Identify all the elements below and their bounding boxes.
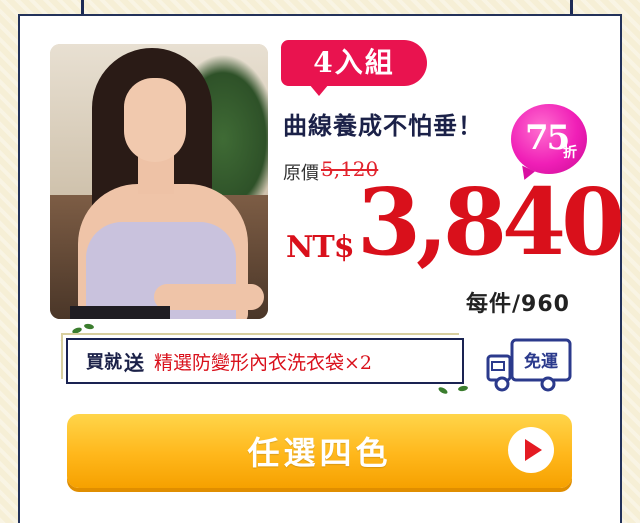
quantity-badge: 4入組 — [281, 40, 427, 96]
gift-box: 買就 送 精選防變形內衣洗衣袋×2 — [66, 338, 464, 384]
play-arrow-icon — [508, 427, 554, 473]
product-headline: 曲線養成不怕垂！ — [283, 112, 483, 140]
per-unit-price: 每件/960 — [466, 292, 570, 317]
product-photo[interactable] — [50, 44, 268, 319]
sale-price: 3,840 — [357, 168, 625, 276]
discount-number: 75 — [525, 118, 570, 158]
free-shipping-truck-icon: 免運 — [486, 338, 572, 392]
choose-colors-label: 任選四色 — [247, 434, 392, 472]
gift-prefix: 買就 — [86, 352, 122, 373]
original-price-label: 原價 — [283, 163, 319, 184]
gift-item: 精選防變形內衣洗衣袋×2 — [154, 351, 373, 374]
discount-unit: 折 — [563, 145, 577, 161]
photo-face — [124, 78, 186, 162]
free-shipping-label: 免運 — [524, 351, 558, 372]
discount-badge: 75 折 — [511, 104, 587, 174]
gift-send: 送 — [124, 350, 144, 375]
photo-pants — [70, 306, 170, 319]
choose-colors-button[interactable]: 任選四色 — [67, 414, 572, 488]
photo-arm — [154, 284, 264, 310]
price-currency: NT$ — [286, 230, 355, 265]
